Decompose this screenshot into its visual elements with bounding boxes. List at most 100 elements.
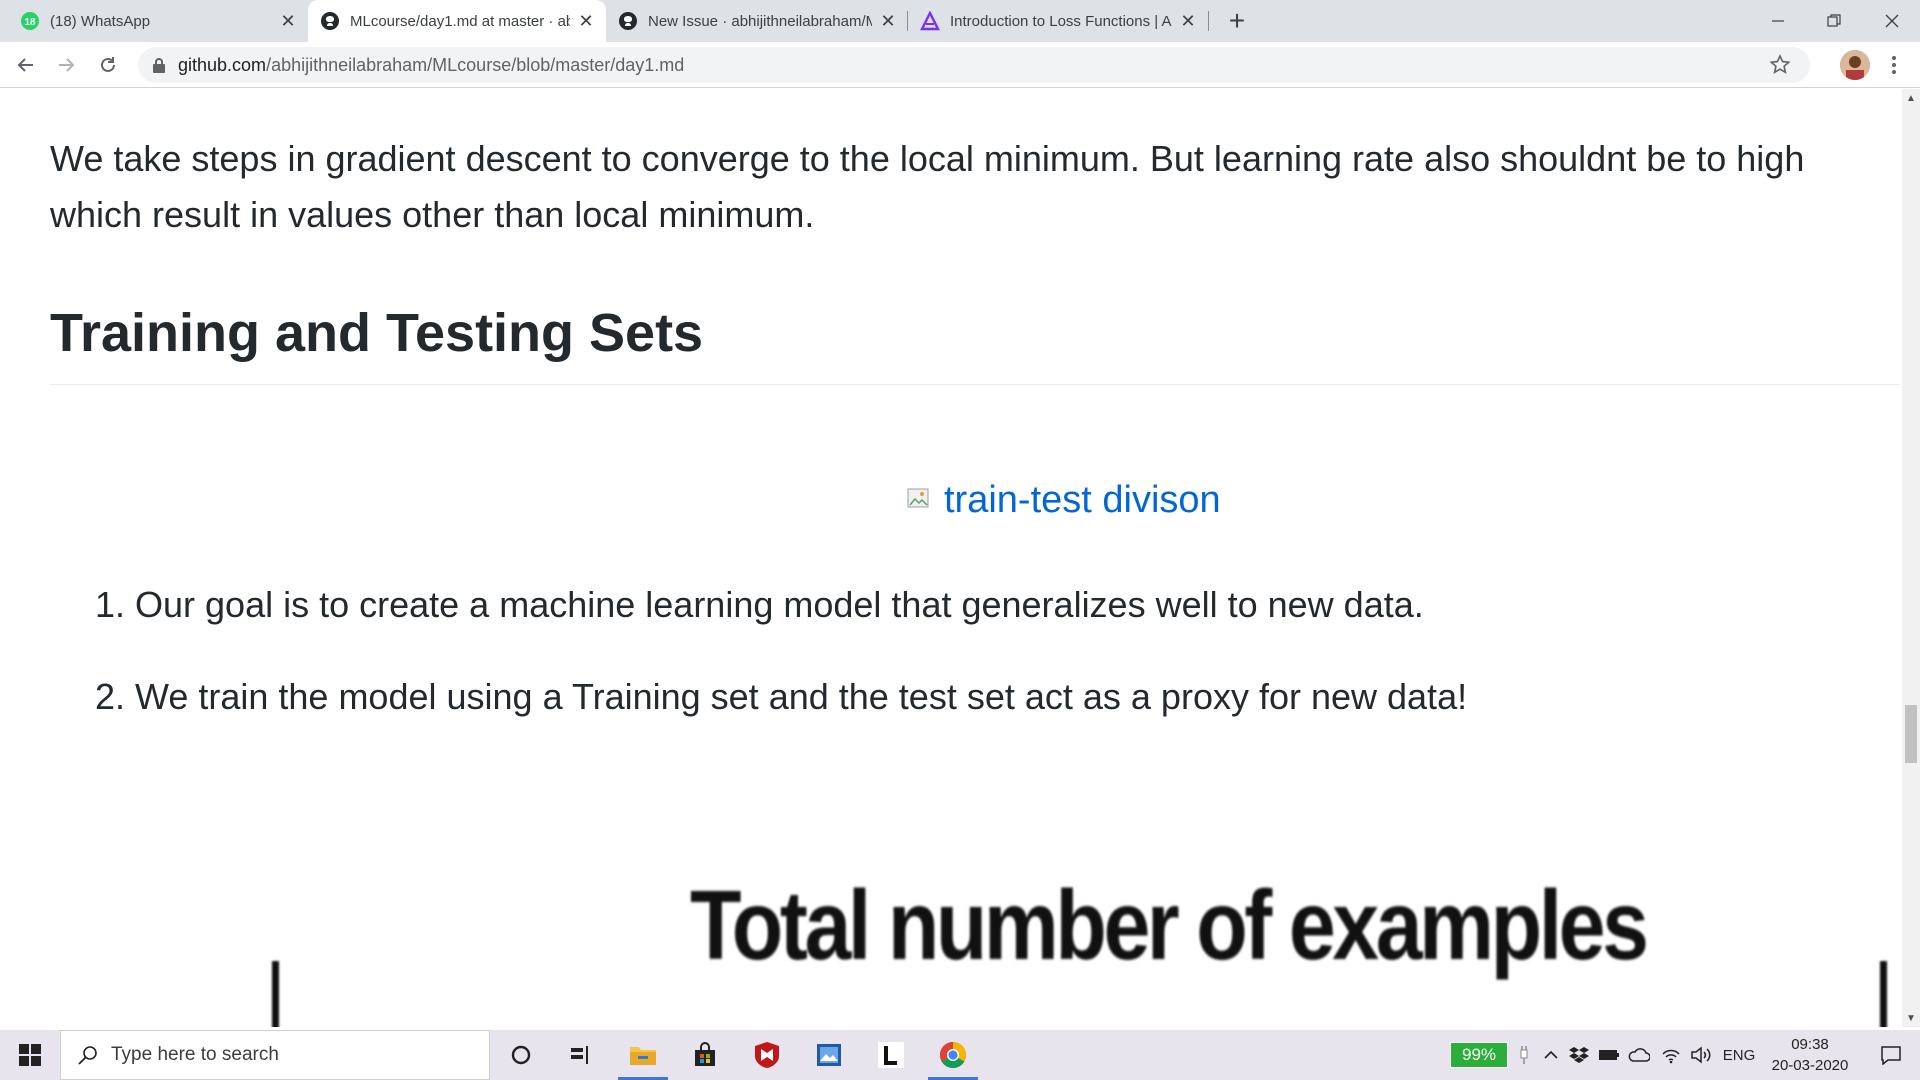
kebab-menu-icon [1892,56,1896,74]
lock-icon [153,58,165,73]
close-tab-icon[interactable]: ✕ [278,11,298,31]
figure-right-bar [1880,961,1887,1027]
close-tab-icon[interactable]: ✕ [576,11,596,31]
close-tab-icon[interactable]: ✕ [878,11,898,31]
tab-title: New Issue · abhijithneilabraham/MLcourse [648,12,872,30]
arrow-left-icon [17,58,33,72]
windows-logo-icon [19,1044,41,1066]
list-item-text: Our goal is to create a machine learning… [135,584,1424,625]
show-hidden-icons-button[interactable] [1538,1030,1564,1080]
figure-left-bar [272,961,279,1027]
taskbar-search-box[interactable]: Type here to search [60,1030,490,1080]
forward-button[interactable] [50,49,82,81]
l-app-icon [878,1042,904,1068]
chevron-up-icon [1544,1050,1558,1059]
tab-whatsapp[interactable]: 18 (18) WhatsApp ✕ [8,0,308,42]
system-clock[interactable]: 09:38 20-03-2020 [1762,1034,1858,1076]
search-placeholder: Type here to search [111,1044,279,1065]
close-icon [1885,14,1899,28]
avatar-icon [1840,50,1870,80]
numbered-list: 1. Our goal is to create a machine learn… [85,577,1785,761]
battery-indicator[interactable]: 99% [1450,1042,1508,1068]
github-icon [619,12,637,30]
restore-icon [1827,14,1841,27]
url-host: github.com [178,54,267,75]
minimize-icon [1772,20,1784,22]
new-tab-button[interactable]: + [1220,4,1254,38]
battery-icon [1599,1050,1619,1060]
tab-title: MLcourse/day1.md at master · abhijithnei… [350,12,570,30]
section-heading: Training and Testing Sets [50,303,704,363]
url-path: /abhijithneilabraham/MLcourse/blob/maste… [266,54,685,75]
close-window-button[interactable] [1864,0,1920,42]
arrow-right-icon [59,58,75,72]
bookmark-star-icon[interactable] [1768,53,1792,77]
start-button[interactable] [0,1030,60,1080]
broken-image-link[interactable]: train-test divison [906,479,1221,522]
list-item: 1. Our goal is to create a machine learn… [85,577,1785,633]
address-bar[interactable]: github.com/abhijithneilabraham/MLcourse/… [138,47,1810,83]
close-tab-icon[interactable]: ✕ [1178,11,1198,31]
svg-text:18: 18 [24,17,36,28]
restore-button[interactable] [1806,0,1862,42]
dropbox-tray-button[interactable] [1566,1030,1592,1080]
tab-mlcourse[interactable]: MLcourse/day1.md at master · abhijithnei… [308,0,606,42]
scroll-up-arrow-icon[interactable]: ▲ [1902,89,1920,107]
scroll-down-arrow-icon[interactable]: ▼ [1902,1009,1920,1027]
whatsapp-icon: 18 [21,12,39,30]
broken-image-icon [907,488,929,507]
tab-loss-functions[interactable]: Introduction to Loss Functions | Algorit… [908,0,1208,42]
language-indicator[interactable]: ENG [1716,1030,1762,1080]
wifi-icon [1662,1049,1680,1064]
figure-caption: Total number of examples [690,870,1649,980]
minimize-button[interactable] [1750,0,1806,42]
tab-strip: 18 (18) WhatsApp ✕ MLcourse/day1.md at m… [0,0,1920,42]
search-icon [78,1046,97,1065]
file-explorer-button[interactable] [612,1030,674,1080]
clock-time: 09:38 [1791,1036,1829,1053]
list-item: 2. We train the model using a Training s… [85,669,1785,725]
onedrive-tray-button[interactable] [1626,1030,1652,1080]
power-plug-icon[interactable] [1514,1030,1534,1080]
browser-menu-button[interactable] [1882,50,1906,80]
reload-button[interactable] [92,49,124,81]
photos-icon [817,1044,841,1066]
file-explorer-icon [630,1047,656,1065]
list-item-text: We train the model using a Training set … [135,676,1468,717]
photos-button[interactable] [798,1030,860,1080]
notifications-button[interactable] [1862,1030,1920,1080]
task-view-icon [571,1046,588,1064]
back-button[interactable] [10,49,42,81]
volume-tray-button[interactable] [1688,1030,1714,1080]
body-paragraph: We take steps in gradient descent to con… [50,138,1805,235]
tab-title: (18) WhatsApp [50,12,151,30]
vertical-scrollbar[interactable]: ▲ ▼ [1902,89,1920,1027]
wifi-tray-button[interactable] [1658,1030,1684,1080]
mcafee-icon [755,1042,779,1068]
task-view-button[interactable] [550,1030,612,1080]
chrome-button[interactable] [922,1030,984,1080]
cortana-icon [511,1045,531,1065]
tab-separator [1208,11,1209,31]
mcafee-button[interactable] [736,1030,798,1080]
chrome-icon [939,1041,967,1069]
image-alt-text: train-test divison [944,479,1221,521]
speaker-icon [1691,1046,1711,1064]
tab-new-issue[interactable]: New Issue · abhijithneilabraham/MLcourse… [606,0,908,42]
tab-title: Introduction to Loss Functions | Algorit… [950,12,1172,30]
battery-tray-button[interactable] [1596,1030,1622,1080]
cloud-icon [1628,1048,1650,1062]
dropbox-icon [1569,1047,1589,1063]
clock-date: 20-03-2020 [1771,1057,1849,1074]
browser-toolbar: github.com/abhijithneilabraham/MLcourse/… [0,42,1920,88]
heading-divider [50,384,1900,385]
l-app-button[interactable] [860,1030,922,1080]
scroll-thumb[interactable] [1905,705,1917,763]
action-center-icon [1881,1046,1901,1065]
cortana-button[interactable] [490,1030,552,1080]
list-number: 2. [94,676,125,717]
list-number: 1. [94,584,125,625]
store-button[interactable] [674,1030,736,1080]
reload-icon [101,57,115,72]
profile-avatar[interactable] [1840,50,1870,80]
